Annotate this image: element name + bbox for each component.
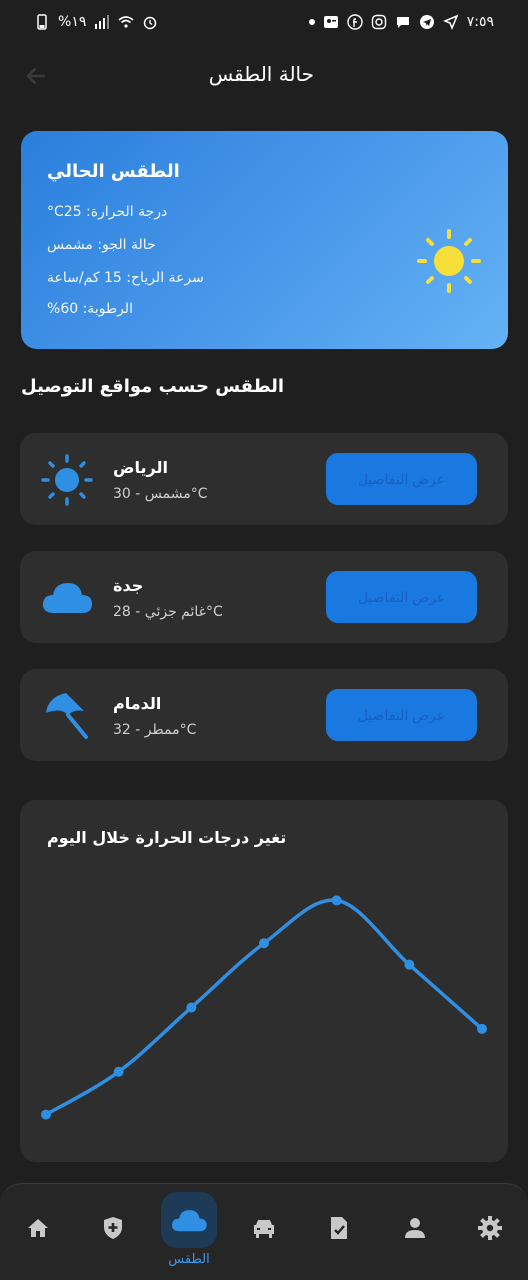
person-icon <box>405 1218 425 1238</box>
temperature-data-point <box>331 895 342 906</box>
page-title: حالة الطقس <box>208 62 314 86</box>
status-right: ٧:٥٩ <box>308 14 494 30</box>
temperature-data-point <box>259 938 269 949</box>
battery-level: %١٩ <box>58 14 87 30</box>
sun-icon <box>417 229 481 293</box>
signal-icon <box>95 15 110 29</box>
document-check-icon <box>331 1217 347 1239</box>
umbrella-icon <box>46 693 88 739</box>
home-icon <box>28 1219 48 1237</box>
humidity-text: %الرطوبة: 60 <box>47 301 133 317</box>
battery-icon <box>37 14 47 30</box>
current-weather-title: الطقس الحالي <box>47 161 180 182</box>
cloud-icon <box>172 1210 207 1232</box>
nav-weather-label: الطقس <box>168 1252 210 1267</box>
bottom-navigation: الطقس <box>0 1183 528 1280</box>
location-card: جدة غائم جزئي - 28°C عرض التفاصيل <box>20 551 508 643</box>
chart-title: تغير درجات الحرارة خلال اليوم <box>47 828 287 847</box>
nav-shield[interactable] <box>85 1200 141 1256</box>
location-arrow-icon <box>442 14 459 30</box>
facebook-icon <box>347 14 363 30</box>
status-bar: %١٩ ٧:٥٩ <box>0 0 528 44</box>
temperature-data-point <box>186 1002 197 1013</box>
temperature-chart-card: تغير درجات الحرارة خلال اليوم <box>20 800 508 1162</box>
alarm-icon <box>144 16 157 30</box>
app-bar: حالة الطقس <box>0 52 528 98</box>
temperature-data-point <box>404 959 415 970</box>
temperature-data-point <box>41 1109 51 1120</box>
back-arrow-icon[interactable] <box>22 62 50 90</box>
nav-documents[interactable] <box>311 1200 367 1256</box>
chat-icon <box>396 17 409 28</box>
nav-settings[interactable] <box>462 1200 518 1256</box>
temperature-data-point <box>113 1066 124 1077</box>
temperature-data-point <box>477 1023 487 1034</box>
nav-profile[interactable] <box>387 1200 443 1256</box>
instagram-icon <box>371 14 386 30</box>
notification-dot-icon <box>308 19 315 25</box>
nav-weather[interactable] <box>161 1192 217 1248</box>
shield-plus-icon <box>104 1217 122 1239</box>
temperature-line-chart <box>41 895 487 1120</box>
condition-text: حالة الجو: مشمس <box>47 237 156 253</box>
clock: ٧:٥٩ <box>466 14 494 30</box>
locations-section-title: الطقس حسب مواقع التوصيل <box>21 376 285 397</box>
location-name: الرياض <box>113 458 168 477</box>
nav-home[interactable] <box>10 1200 66 1256</box>
nav-vehicle[interactable] <box>236 1200 292 1256</box>
location-weather: غائم جزئي - 28°C <box>113 604 223 620</box>
view-details-button[interactable]: عرض التفاصيل <box>326 571 477 623</box>
location-card: الرياض مشمس - 30°C عرض التفاصيل <box>20 433 508 525</box>
contact-card-icon <box>323 16 338 28</box>
temperature-series-line <box>45 898 484 1117</box>
wind-text: سرعة الرياح: 15 كم/ساعة <box>47 270 204 286</box>
weather-screen: %١٩ ٧:٥٩ حالة الطقس الطقس الحالي °Cدرجة … <box>0 0 528 1280</box>
gear-icon <box>478 1216 502 1240</box>
location-name: الدمام <box>113 694 162 713</box>
car-icon <box>254 1220 274 1238</box>
sun-icon <box>41 454 93 506</box>
location-weather: ممطر - 32°C <box>113 722 197 738</box>
view-details-button[interactable]: عرض التفاصيل <box>326 453 477 505</box>
wifi-icon <box>118 16 134 28</box>
location-weather: مشمس - 30°C <box>113 486 208 502</box>
cloud-icon <box>42 583 92 613</box>
location-card: الدمام ممطر - 32°C عرض التفاصيل <box>20 669 508 761</box>
temperature-text: °Cدرجة الحرارة: 25 <box>47 204 168 220</box>
status-left: %١٩ <box>34 14 158 30</box>
telegram-icon <box>419 15 434 29</box>
location-name: جدة <box>113 576 144 595</box>
view-details-button[interactable]: عرض التفاصيل <box>326 689 477 741</box>
